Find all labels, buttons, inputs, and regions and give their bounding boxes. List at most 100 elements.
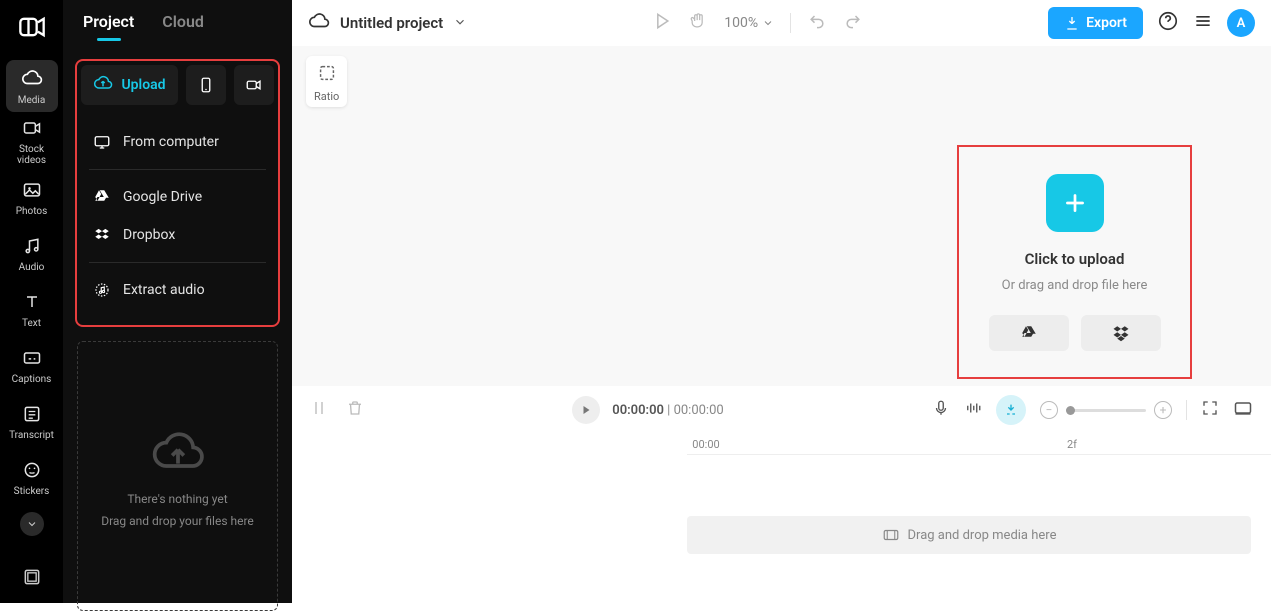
sticker-icon bbox=[22, 460, 42, 484]
app-logo[interactable] bbox=[13, 8, 51, 46]
divider bbox=[790, 13, 791, 33]
dropbox-icon bbox=[1112, 324, 1130, 342]
image-icon bbox=[22, 180, 42, 204]
upload-record-button[interactable] bbox=[234, 65, 274, 105]
camera-icon bbox=[245, 76, 263, 94]
hamburger-button[interactable] bbox=[1193, 11, 1213, 35]
dropbox-icon bbox=[93, 226, 111, 244]
empty-line1: There's nothing yet bbox=[127, 492, 227, 506]
topbar-center: 100% bbox=[652, 11, 863, 35]
main-area: Untitled project 100% Export A Ratio bbox=[292, 0, 1271, 603]
rail-media[interactable]: Media bbox=[6, 60, 58, 112]
rail-label: Media bbox=[18, 95, 46, 106]
markers-button[interactable] bbox=[964, 399, 982, 421]
upload-plus-button[interactable] bbox=[1046, 174, 1104, 232]
ratio-label: Ratio bbox=[314, 90, 339, 103]
dropbox-upload-button[interactable] bbox=[1081, 315, 1161, 351]
rail-expand-button[interactable] bbox=[20, 512, 44, 536]
delete-button[interactable] bbox=[346, 399, 364, 421]
split-button[interactable] bbox=[310, 399, 328, 421]
help-button[interactable] bbox=[1157, 10, 1179, 36]
google-drive-icon bbox=[1020, 324, 1038, 342]
extract-audio-icon bbox=[93, 281, 111, 299]
project-title[interactable]: Untitled project bbox=[340, 14, 443, 32]
time-duration: 00:00:00 bbox=[674, 403, 724, 418]
chevron-down-icon bbox=[762, 17, 774, 29]
ruler-tick: 00:00 bbox=[692, 438, 719, 451]
play-button[interactable] bbox=[572, 396, 600, 424]
chevron-down-icon bbox=[453, 15, 467, 29]
controls-center: 00:00:00 | 00:00:00 bbox=[572, 396, 723, 424]
divider bbox=[1186, 400, 1187, 420]
monitor-icon bbox=[93, 133, 111, 151]
upload-button[interactable]: Upload bbox=[81, 65, 178, 105]
tab-cloud[interactable]: Cloud bbox=[162, 12, 204, 41]
controls-left bbox=[310, 399, 364, 421]
media-icon bbox=[882, 526, 900, 544]
text-icon bbox=[22, 292, 42, 316]
upload-block-highlight: Upload From computer Google Drive bbox=[75, 59, 280, 327]
fullscreen-button[interactable] bbox=[1201, 399, 1219, 421]
layout-button[interactable] bbox=[1233, 398, 1253, 422]
upload-menu: From computer Google Drive Dropbox Extra… bbox=[81, 111, 274, 321]
ratio-button[interactable]: Ratio bbox=[306, 56, 347, 107]
menu-label: Extract audio bbox=[123, 282, 205, 298]
voiceover-button[interactable] bbox=[932, 399, 950, 421]
cloud-upload-icon bbox=[93, 73, 113, 97]
upload-label: Upload bbox=[121, 77, 165, 93]
rail-label: Stock videos bbox=[17, 144, 46, 166]
redo-button[interactable] bbox=[843, 11, 863, 35]
rail-stickers[interactable]: Stickers bbox=[6, 452, 58, 504]
avatar[interactable]: A bbox=[1227, 9, 1255, 37]
rail-stock-videos[interactable]: Stock videos bbox=[6, 116, 58, 168]
undo-button[interactable] bbox=[807, 11, 827, 35]
rail-text[interactable]: Text bbox=[6, 284, 58, 336]
google-drive-icon bbox=[93, 188, 111, 206]
menu-item-extract-audio[interactable]: Extract audio bbox=[89, 271, 266, 309]
magnet-icon bbox=[1003, 402, 1019, 418]
cloud-status-icon[interactable] bbox=[308, 10, 330, 36]
zoom-out-button[interactable]: − bbox=[1040, 401, 1058, 419]
menu-item-from-computer[interactable]: From computer bbox=[89, 123, 266, 161]
player-controls: 00:00:00 | 00:00:00 − + bbox=[292, 386, 1271, 434]
rail-label: Stickers bbox=[14, 486, 50, 497]
topbar-left: Untitled project bbox=[308, 10, 467, 36]
chevron-down-icon bbox=[26, 518, 38, 530]
canvas-dropzone[interactable]: Click to upload Or drag and drop file he… bbox=[957, 145, 1192, 379]
mobile-icon bbox=[197, 76, 215, 94]
panel-dropzone[interactable]: There's nothing yet Drag and drop your f… bbox=[77, 341, 278, 611]
zoom-in-button[interactable]: + bbox=[1154, 401, 1172, 419]
timeline: 00:00 2f 4f Drag and drop media here bbox=[292, 434, 1271, 603]
zoom-slider-group: − + bbox=[1040, 401, 1172, 419]
zoom-value: 100% bbox=[724, 15, 758, 31]
export-button[interactable]: Export bbox=[1048, 7, 1143, 39]
rail-photos[interactable]: Photos bbox=[6, 172, 58, 224]
rail-captions[interactable]: Captions bbox=[6, 340, 58, 392]
zoom-slider[interactable] bbox=[1066, 409, 1146, 412]
zoom-dropdown[interactable]: 100% bbox=[724, 15, 774, 31]
track-area: Drag and drop media here bbox=[292, 454, 1271, 574]
track-divider bbox=[687, 454, 1271, 455]
snap-toggle[interactable] bbox=[996, 395, 1026, 425]
timeline-dropzone[interactable]: Drag and drop media here bbox=[687, 516, 1251, 554]
topbar: Untitled project 100% Export A bbox=[292, 0, 1271, 46]
download-icon bbox=[1064, 15, 1080, 31]
upload-mobile-button[interactable] bbox=[186, 65, 226, 105]
cursor-tool[interactable] bbox=[652, 11, 672, 35]
menu-item-google-drive[interactable]: Google Drive bbox=[89, 178, 266, 216]
drop-title: Click to upload bbox=[1025, 250, 1125, 268]
plus-icon bbox=[1062, 190, 1088, 216]
menu-item-dropbox[interactable]: Dropbox bbox=[89, 216, 266, 254]
rail-audio[interactable]: Audio bbox=[6, 228, 58, 280]
rail-workspace-button[interactable] bbox=[22, 567, 42, 591]
empty-line2: Drag and drop your files here bbox=[101, 514, 254, 528]
title-dropdown[interactable] bbox=[453, 14, 467, 33]
hand-tool[interactable] bbox=[688, 11, 708, 35]
drive-upload-button[interactable] bbox=[989, 315, 1069, 351]
rail-transcript[interactable]: Transcript bbox=[6, 396, 58, 448]
tab-project[interactable]: Project bbox=[83, 12, 134, 41]
rail-label: Transcript bbox=[9, 430, 54, 441]
time-current: 00:00:00 bbox=[612, 403, 664, 418]
preview-stage: Ratio Click to upload Or drag and drop f… bbox=[292, 46, 1271, 386]
timeline-ruler[interactable]: 00:00 2f 4f bbox=[292, 434, 1271, 454]
